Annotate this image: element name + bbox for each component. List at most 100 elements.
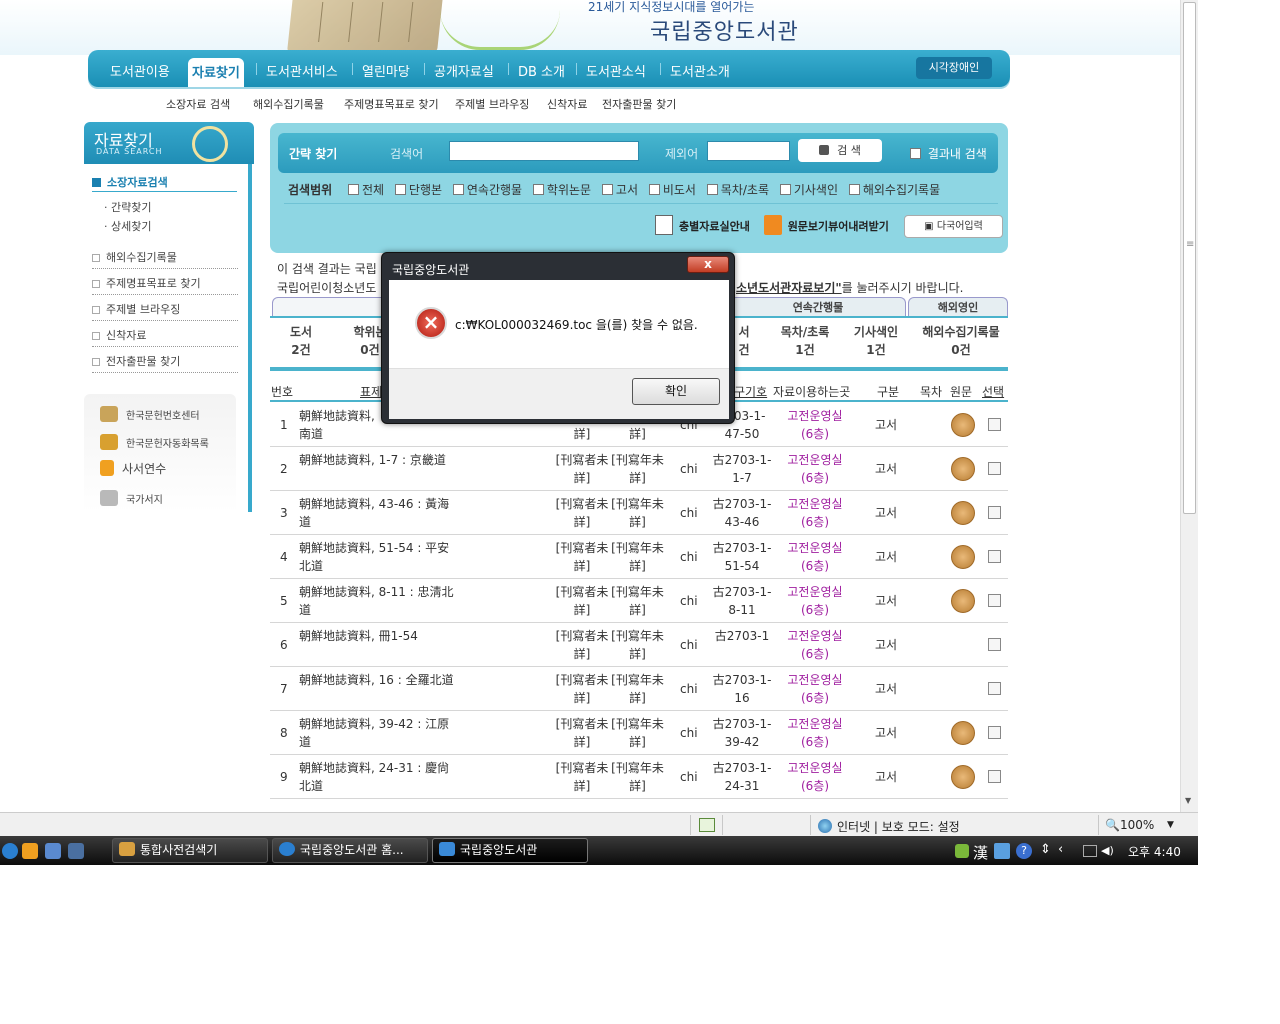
- sidebar-sub-detailed-search[interactable]: · 상세찾기: [104, 218, 151, 234]
- row-title[interactable]: 朝鮮地誌資料, 8-11 : 忠淸北道: [299, 583, 459, 619]
- scroll-down-arrow-icon[interactable]: ▼: [1185, 796, 1191, 805]
- task-nl-home[interactable]: 국립중앙도서관 홈...: [272, 838, 428, 863]
- within-results-toggle[interactable]: 결과내 검색: [910, 145, 987, 162]
- original-view-icon[interactable]: [951, 501, 975, 525]
- scope-checkbox[interactable]: [601, 184, 613, 195]
- sidebar-item-e-publications[interactable]: 전자출판물 찾기: [92, 353, 238, 373]
- row-location[interactable]: 고전운영실 (6층): [782, 407, 848, 443]
- subnav-subject-headings[interactable]: 주제명표목표로 찾기: [344, 96, 439, 112]
- row-location[interactable]: 고전운영실 (6층): [782, 451, 848, 487]
- zoom-control[interactable]: 🔍100%: [1105, 818, 1154, 832]
- row-select-checkbox[interactable]: [988, 594, 1001, 607]
- nav-library-services[interactable]: 도서관서비스: [266, 61, 338, 80]
- row-title[interactable]: 朝鮮地誌資料, 43-46 : 黃海道: [299, 495, 459, 531]
- table-row[interactable]: 5 朝鮮地誌資料, 8-11 : 忠淸北道 [刊寫者未 詳] [刊寫年未 詳] chi 古27…: [270, 579, 1008, 623]
- nav-public-archive[interactable]: 공개자료실: [434, 61, 494, 80]
- original-view-icon[interactable]: [951, 589, 975, 613]
- viewer-download-link[interactable]: 원문보기뷰어내려받기: [763, 215, 889, 235]
- scope-checkbox[interactable]: [648, 184, 660, 195]
- table-row[interactable]: 3 朝鮮地誌資料, 43-46 : 黃海道 [刊寫者未 詳] [刊寫年未 詳] chi 古27…: [270, 491, 1008, 535]
- multilang-input-button[interactable]: ▣ 다국어입력: [904, 215, 1003, 238]
- sidebar-item-subject-browse[interactable]: 주제별 브라우징: [92, 301, 238, 321]
- floor-guide-link[interactable]: 충별자료실안내: [655, 215, 750, 235]
- table-row[interactable]: 9 朝鮮地誌資料, 24-31 : 慶尙 北道 [刊寫者未 詳] [刊寫年未 詳] chi 古2…: [270, 755, 1008, 799]
- scope-old-books[interactable]: 고서: [601, 183, 638, 197]
- task-dictionary[interactable]: 통합사전검색기: [112, 838, 268, 863]
- help-icon[interactable]: ?: [1016, 843, 1032, 859]
- row-select-checkbox[interactable]: [988, 682, 1001, 695]
- scope-serial[interactable]: 연속간행물: [452, 183, 522, 197]
- sidebar-sub-simple-search[interactable]: · 간략찾기: [104, 199, 151, 215]
- row-select-checkbox[interactable]: [988, 418, 1001, 431]
- scope-article-index[interactable]: 기사색인: [779, 183, 838, 197]
- scope-overseas-records[interactable]: 해외수집기록물: [848, 183, 940, 197]
- row-select-checkbox[interactable]: [988, 638, 1001, 651]
- nav-library-news[interactable]: 도서관소식: [586, 61, 646, 80]
- vertical-scrollbar[interactable]: ≡ ▼: [1180, 0, 1198, 812]
- subnav-overseas-records[interactable]: 해외수집기록물: [253, 96, 324, 112]
- original-view-icon[interactable]: [951, 457, 975, 481]
- original-view-icon[interactable]: [951, 765, 975, 789]
- ime-indicator[interactable]: 漢: [973, 842, 988, 863]
- scope-nonbook[interactable]: 비도서: [648, 183, 696, 197]
- scope-checkbox[interactable]: [848, 184, 860, 195]
- scope-checkbox[interactable]: [779, 184, 791, 195]
- col-title[interactable]: 표제: [360, 383, 382, 400]
- show-desktop-icon[interactable]: [45, 843, 61, 859]
- table-row[interactable]: 7 朝鮮地誌資料, 16 : 全羅北道 [刊寫者未 詳] [刊寫年未 詳] chi 古2703…: [270, 667, 1008, 711]
- row-location[interactable]: 고전운영실 (6층): [782, 627, 848, 663]
- scroll-thumb[interactable]: ≡: [1183, 2, 1196, 514]
- row-location[interactable]: 고전운영실 (6층): [782, 671, 848, 707]
- tray-expand-icon[interactable]: ‹: [1058, 842, 1063, 857]
- network-check-icon[interactable]: [955, 844, 969, 858]
- tab-serial[interactable]: 연속간행물: [730, 297, 906, 317]
- link-librarian-training[interactable]: 사서연수: [100, 460, 166, 477]
- sidebar-item-holdings-search[interactable]: 소장자료검색: [92, 174, 237, 192]
- sidebar-item-subject-headings[interactable]: 주제명표목표로 찾기: [92, 275, 238, 295]
- count-old-books[interactable]: 서건: [734, 323, 754, 359]
- subnav-e-publications[interactable]: 전자출판물 찾기: [602, 96, 676, 112]
- link-national-bibliography[interactable]: 국가서지: [100, 490, 163, 506]
- row-location[interactable]: 고전운영실 (6층): [782, 495, 848, 531]
- table-row[interactable]: 4 朝鮮地誌資料, 51-54 : 平安 北道 [刊寫者未 詳] [刊寫年未 詳] chi 古2…: [270, 535, 1008, 579]
- row-select-checkbox[interactable]: [988, 462, 1001, 475]
- row-title[interactable]: 朝鮮地誌資料, 39-42 : 江原道: [299, 715, 459, 751]
- row-select-checkbox[interactable]: [988, 506, 1001, 519]
- dialog-close-button[interactable]: x: [687, 256, 729, 273]
- scope-toc-abstract[interactable]: 목차/초록: [706, 183, 769, 197]
- dialog-ok-button[interactable]: 확인: [632, 378, 720, 405]
- nav-db-intro[interactable]: DB 소개: [518, 61, 565, 80]
- original-view-icon[interactable]: [951, 721, 975, 745]
- subnav-subject-browse[interactable]: 주제별 브라우징: [455, 96, 529, 112]
- original-view-icon[interactable]: [951, 545, 975, 569]
- count-toc-abstract[interactable]: 목차/초록 1건: [768, 323, 842, 359]
- exclude-input[interactable]: [707, 141, 790, 161]
- youth-library-link[interactable]: 소년도서관자료보기": [736, 281, 842, 295]
- nav-search-active[interactable]: 자료찾기: [188, 58, 244, 87]
- site-title[interactable]: 국립중앙도서관: [650, 14, 799, 46]
- scope-thesis[interactable]: 학위논문: [532, 183, 591, 197]
- col-select[interactable]: 선택: [982, 383, 1004, 400]
- count-books[interactable]: 도서 2건: [278, 323, 324, 359]
- subnav-holdings-search[interactable]: 소장자료 검색: [166, 96, 230, 112]
- scope-checkbox[interactable]: [452, 184, 464, 195]
- table-row[interactable]: 2 朝鮮地誌資料, 1-7 : 京畿道 [刊寫者未 詳] [刊寫年未 詳] chi 古2703…: [270, 447, 1008, 491]
- security-zone[interactable]: 인터넷 | 보호 모드: 설정: [818, 818, 960, 835]
- link-korean-auto-catalog[interactable]: 한국문헌자동화목록: [100, 434, 209, 450]
- network-icon[interactable]: [1083, 845, 1097, 857]
- row-select-checkbox[interactable]: [988, 550, 1001, 563]
- count-overseas[interactable]: 해외수집기록물 0건: [912, 323, 1010, 359]
- row-select-checkbox[interactable]: [988, 770, 1001, 783]
- table-row[interactable]: 6 朝鮮地誌資料, 冊1-54 [刊寫者未 詳] [刊寫年未 詳] chi 古2703-1 고전…: [270, 623, 1008, 667]
- zoom-dropdown-icon[interactable]: ▼: [1167, 820, 1174, 830]
- nav-library-about[interactable]: 도서관소개: [670, 61, 730, 80]
- media-player-icon[interactable]: [22, 843, 38, 859]
- scope-checkbox[interactable]: [348, 184, 359, 195]
- search-button[interactable]: 검 색: [798, 139, 882, 162]
- nav-library-use[interactable]: 도서관이용: [110, 61, 170, 80]
- switch-windows-icon[interactable]: [68, 843, 84, 859]
- accessibility-button[interactable]: 시각장애인: [916, 57, 992, 79]
- nav-open-forum[interactable]: 열린마당: [362, 61, 410, 80]
- ime-options-icon[interactable]: ⇕: [1040, 842, 1051, 857]
- tab-foreign[interactable]: 해외영인: [908, 297, 1008, 317]
